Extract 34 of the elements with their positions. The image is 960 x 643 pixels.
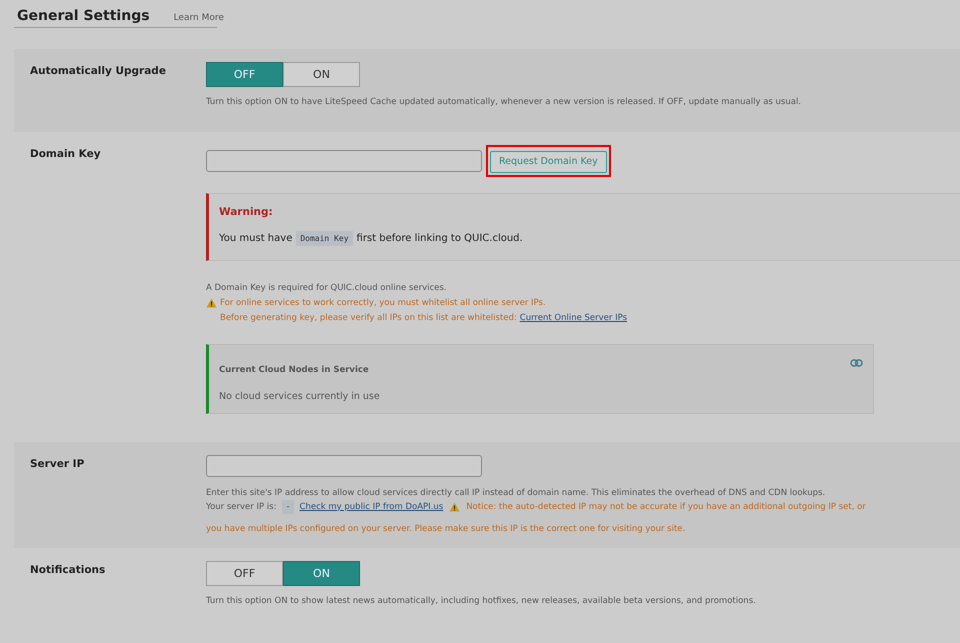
warning-title: Warning: [219,206,274,218]
request-key-button[interactable]: Request Domain Key [490,150,607,172]
toggle-option[interactable]: OFF [206,62,283,87]
warning-text: first before linking to QUIC.cloud. [356,232,523,244]
check-ip-link[interactable]: Check my public IP from DoAPI.us [300,500,444,514]
setting-label: Automatically Upgrade [30,64,167,79]
notice-text: you have multiple IPs configured on your server. Please make sure this IP is the correct one for visiting your site. [206,522,686,536]
panel-title: Current Cloud Nodes in Service [219,364,369,374]
code-tag: Domain Key [296,230,353,246]
page-title: General Settings [17,8,150,24]
server-ip-field[interactable] [206,454,482,476]
domain-key-field[interactable] [206,150,482,172]
toggle-option[interactable]: OFF [206,560,283,586]
toggle-option[interactable]: ON [283,560,360,586]
setting-label: Notifications [30,562,106,578]
learn-more-link[interactable]: Learn More [174,13,224,23]
ip-label: Your server IP is: [206,500,276,514]
setting-label: Domain Key [30,147,102,162]
setting-label: Server IP [30,456,86,472]
notice-text: Notice: the auto-detected IP may not be accurate if you have an additional outgoing IP set, or [466,500,866,514]
panel-text: No cloud services currently in use [219,390,381,402]
warning-icon [206,298,217,308]
description: Turn this option ON to show latest news automatically, including hotfixes, new releases, available beta versions, and promotions. [206,594,756,608]
alert-text: Before generating key, please verify all IPs on this list are whitelisted: [220,312,517,324]
note-text: A Domain Key is required for QUIC.cloud online services. [206,282,448,294]
link-icon[interactable] [850,358,863,366]
warning-text: You must have [219,232,292,244]
server-ips-link[interactable]: Current Online Server IPs [520,310,627,326]
alert-text: For online services to work correctly, you must whitelist all online server IPs. [220,296,546,310]
toggle-option[interactable]: ON [283,62,360,87]
ip-value: - [282,500,294,514]
description: Turn this option ON to have LiteSpeed Cache updated automatically, whenever a new version is released. If OFF, update manually as usual. [206,96,802,109]
warning-icon [449,502,460,512]
description: Enter this site's IP address to allow cloud services directly call IP instead of domain name. This eliminates the overhead of DNS and CDN lookups. [206,486,826,500]
